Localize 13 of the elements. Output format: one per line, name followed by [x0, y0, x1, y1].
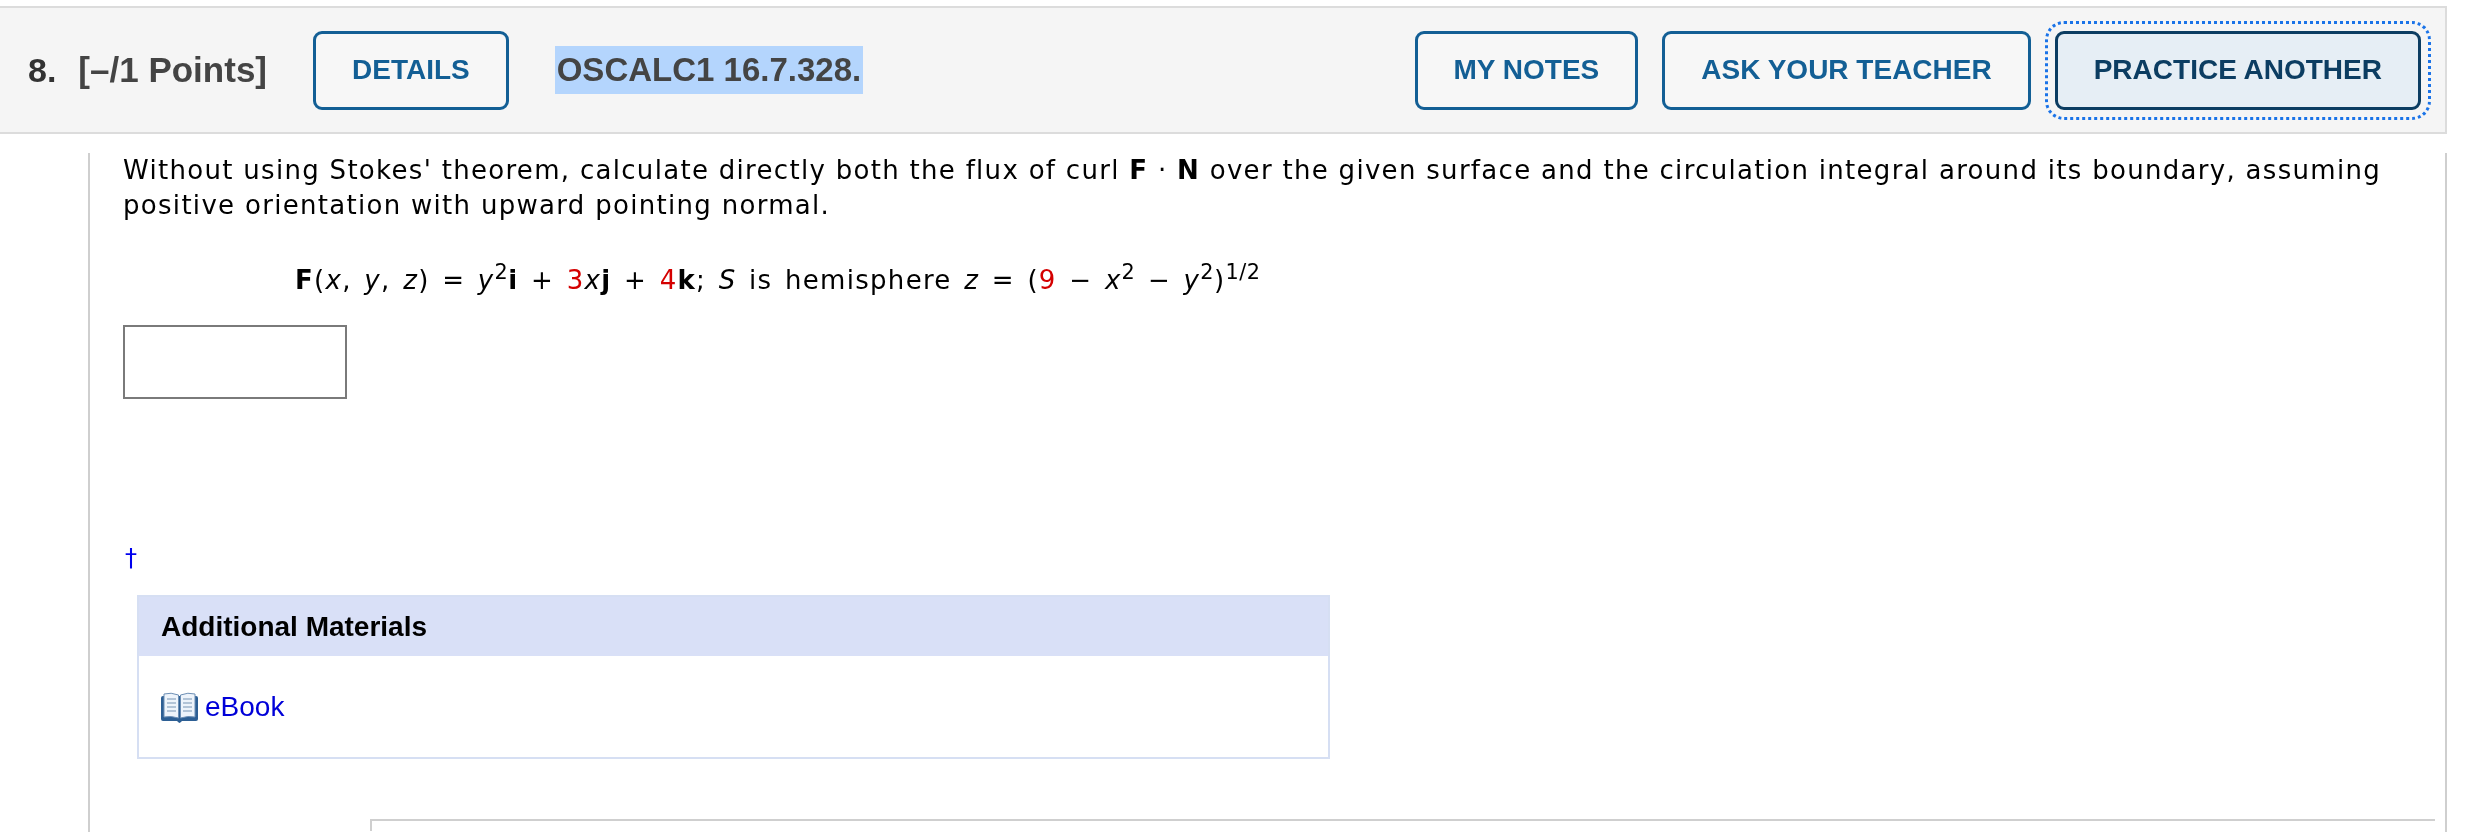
- ebook-link[interactable]: eBook: [161, 691, 285, 723]
- book-icon: [161, 691, 198, 723]
- materials-title: Additional Materials: [139, 597, 1328, 656]
- details-button[interactable]: DETAILS: [313, 30, 509, 110]
- formula: F(x, y, z) = y$^{2}$i + 3xj + 4k; S is hemisphere z = (9 − x$^{2}$ − y$^{2}$)$^{1/2}$: [294, 263, 1261, 297]
- notes-button[interactable]: MY NOTES: [1414, 30, 1639, 110]
- ask-teacher-button[interactable]: ASK YOUR TEACHER: [1662, 30, 2031, 110]
- points-label: [–/1 Points]: [78, 50, 267, 90]
- question-number: 8.: [28, 50, 57, 90]
- question-text: Without using Stokes' theorem, calculate directly both the flux of curl F · N over the given surface and the circulation integral around its boundary, assuming positive orientation with upward pointing normal.: [123, 154, 2383, 222]
- question-code: OSCALC1 16.7.328.: [554, 46, 864, 94]
- answer-box[interactable]: [123, 325, 347, 399]
- footnote-link[interactable]: †: [125, 543, 137, 573]
